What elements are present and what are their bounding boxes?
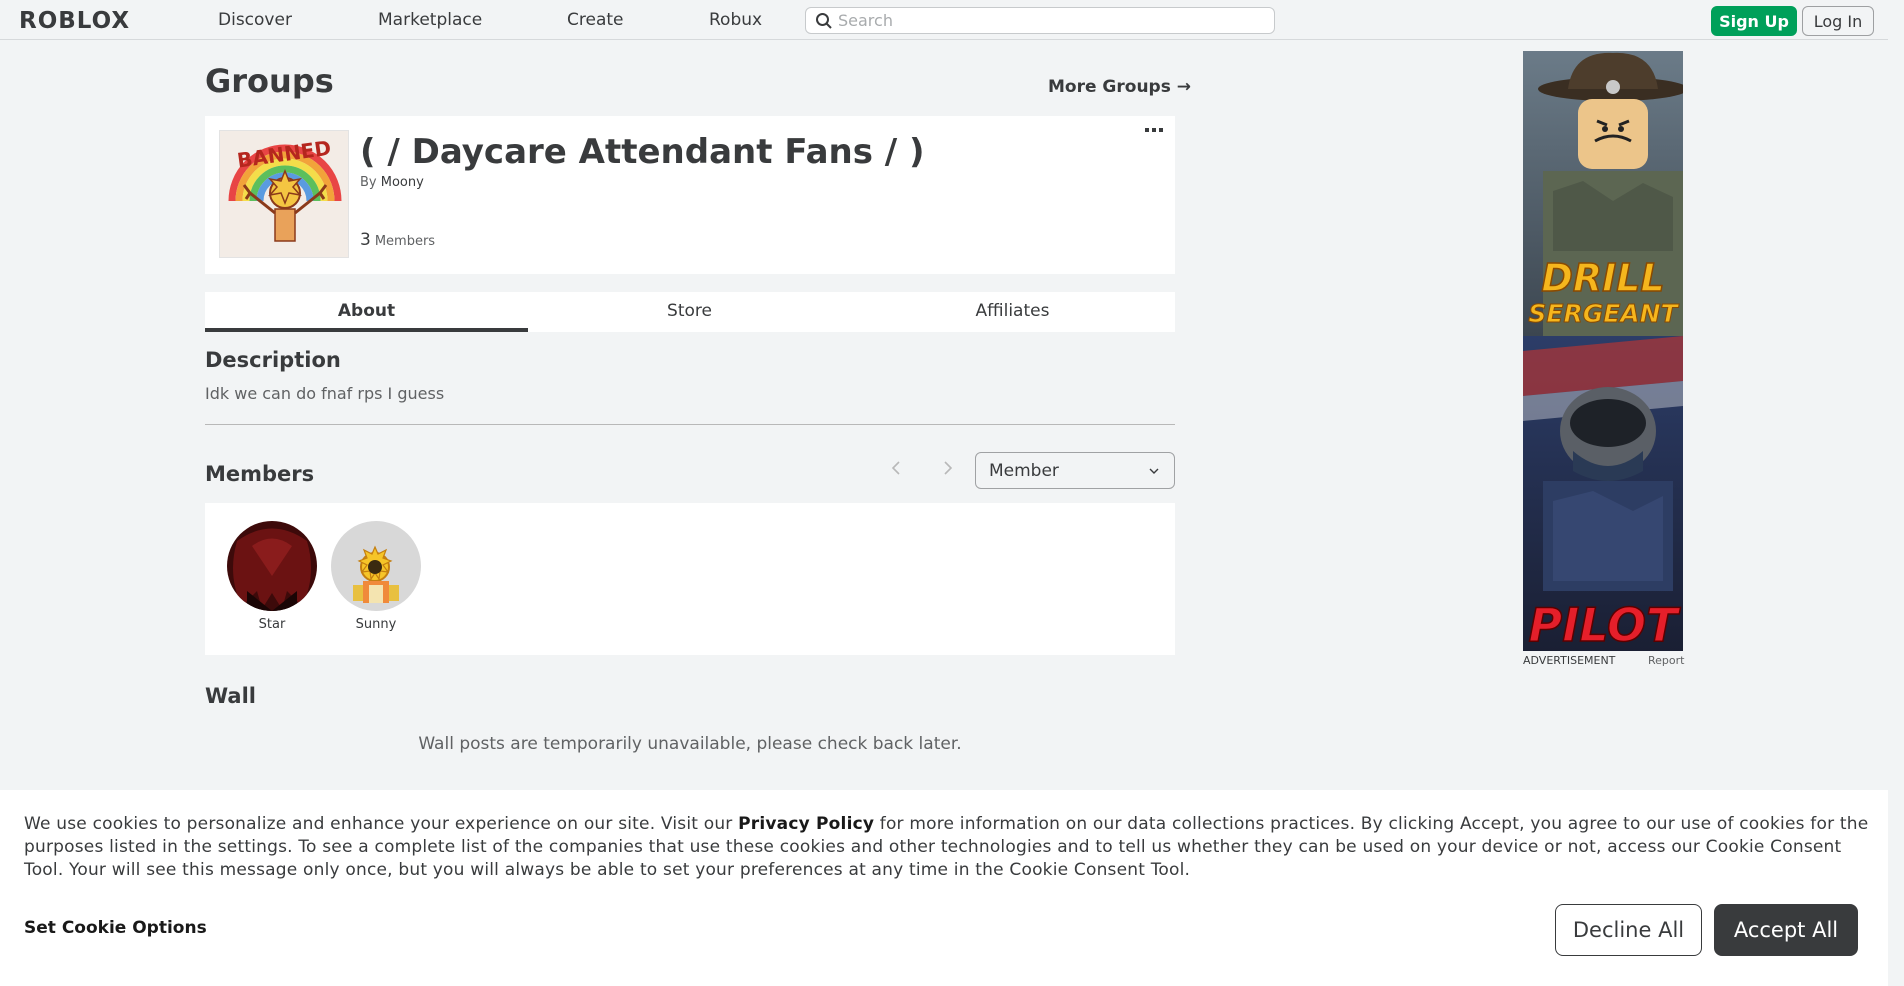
search-box[interactable] <box>805 7 1275 34</box>
nav-marketplace[interactable]: Marketplace <box>378 10 482 30</box>
page-scrollbar[interactable] <box>1888 0 1904 986</box>
page-title: Groups <box>205 62 334 100</box>
roblox-logo[interactable]: ROBLOX <box>19 8 130 34</box>
group-emblem: BANNED <box>219 130 349 258</box>
top-nav: ROBLOX Discover Marketplace Create Robux… <box>0 0 1904 40</box>
avatar[interactable] <box>331 521 421 611</box>
ad-pilot-text: PILOT <box>1529 598 1682 651</box>
tab-about[interactable]: About <box>205 292 528 332</box>
group-owner-line: By Moony <box>360 175 424 190</box>
log-in-button[interactable]: Log In <box>1802 6 1874 36</box>
group-header-card: BANNED ( / Daycare Attendant Fans / ) By… <box>205 116 1175 274</box>
ad-drill-text: DRILL <box>1541 256 1664 300</box>
group-name: ( / Daycare Attendant Fans / ) <box>360 132 925 172</box>
role-select[interactable]: Member <box>975 452 1175 489</box>
set-cookie-options-link[interactable]: Set Cookie Options <box>24 918 207 938</box>
description-heading: Description <box>205 348 341 372</box>
advertisement-banner[interactable]: DRILL SERGEANT PILOT <box>1523 51 1683 651</box>
avatar[interactable] <box>227 521 317 611</box>
group-owner-link[interactable]: Moony <box>381 175 424 190</box>
member-card[interactable]: Sunny <box>331 521 421 632</box>
members-list: Star Sunny <box>205 503 1175 655</box>
decline-all-button[interactable]: Decline All <box>1555 904 1702 956</box>
member-card[interactable]: Star <box>227 521 317 632</box>
section-divider <box>205 424 1175 425</box>
members-heading: Members <box>205 462 315 486</box>
group-tabs: About Store Affiliates <box>205 292 1175 332</box>
ad-sergeant-text: SERGEANT <box>1528 299 1679 328</box>
cookie-banner: We use cookies to personalize and enhanc… <box>0 790 1888 986</box>
search-input[interactable] <box>838 8 1258 33</box>
cookie-text-before: We use cookies to personalize and enhanc… <box>24 814 739 834</box>
privacy-policy-link[interactable]: Privacy Policy <box>738 814 874 834</box>
sign-up-button[interactable]: Sign Up <box>1711 6 1797 36</box>
nav-robux[interactable]: Robux <box>709 10 762 30</box>
member-count: 3 Members <box>360 230 435 250</box>
wall-unavailable-message: Wall posts are temporarily unavailable, … <box>418 734 962 754</box>
by-prefix: By <box>360 175 377 190</box>
nav-discover[interactable]: Discover <box>218 10 292 30</box>
tab-store[interactable]: Store <box>528 292 851 332</box>
group-emblem-image: BANNED <box>228 136 342 242</box>
member-name[interactable]: Star <box>227 617 317 632</box>
chevron-down-icon <box>1149 468 1159 474</box>
description-text: Idk we can do fnaf rps I guess <box>205 384 445 403</box>
cookie-message: We use cookies to personalize and enhanc… <box>24 813 1874 882</box>
member-count-number: 3 <box>360 230 371 250</box>
accept-all-button[interactable]: Accept All <box>1714 904 1858 956</box>
ad-report-link[interactable]: Report <box>1648 654 1684 667</box>
chevron-right-icon[interactable] <box>941 459 955 477</box>
more-groups-link[interactable]: More Groups → <box>1048 77 1191 97</box>
advertisement-label: ADVERTISEMENT <box>1523 654 1616 667</box>
tab-affiliates[interactable]: Affiliates <box>851 292 1174 332</box>
member-count-label: Members <box>374 234 436 249</box>
search-icon <box>816 13 832 29</box>
more-options-icon[interactable] <box>1145 126 1163 136</box>
member-name[interactable]: Sunny <box>331 617 421 632</box>
chevron-left-icon[interactable] <box>889 459 903 477</box>
nav-create[interactable]: Create <box>567 10 624 30</box>
wall-heading: Wall <box>205 684 256 708</box>
role-select-value: Member <box>989 461 1059 481</box>
